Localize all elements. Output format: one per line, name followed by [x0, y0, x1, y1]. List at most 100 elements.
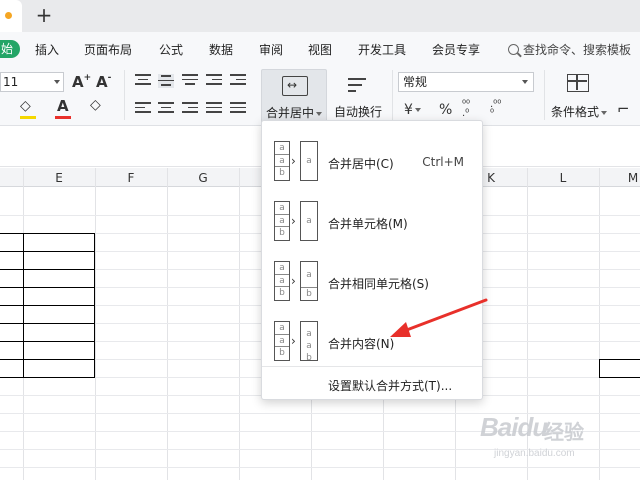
- merge-options-menu: aab › a 合并居中(C) Ctrl+M aab › a 合并单元格(M) …: [261, 120, 483, 400]
- merge-cells-icon: [282, 76, 308, 96]
- tab-insert[interactable]: 插入: [35, 41, 59, 58]
- number-format-value: 常规: [403, 75, 428, 89]
- chevron-down-icon: [54, 80, 60, 84]
- increase-decimal-icon[interactable]: ⁰⁰ .⁰: [462, 100, 470, 119]
- wrap-text-button[interactable]: 自动换行: [334, 103, 382, 120]
- tab-review[interactable]: 审阅: [259, 41, 283, 58]
- tab-member[interactable]: 会员专享: [432, 41, 480, 58]
- menu-item-merge-content[interactable]: aab › aab 合并内容(N): [262, 313, 482, 369]
- font-color-icon[interactable]: A: [57, 97, 69, 115]
- table-cell[interactable]: [23, 233, 95, 252]
- search-placeholder: 查找命令、搜索模板: [523, 43, 632, 57]
- table-cell[interactable]: [0, 341, 24, 360]
- merge-center-button[interactable]: 合并居中: [261, 69, 327, 125]
- align-center-icon[interactable]: [158, 102, 174, 116]
- tab-data[interactable]: 数据: [209, 41, 233, 58]
- align-right-icon[interactable]: [182, 102, 198, 116]
- tab-start[interactable]: 始: [0, 40, 20, 58]
- table-cell[interactable]: [0, 287, 24, 306]
- increase-indent-icon[interactable]: [230, 74, 246, 88]
- decrease-decimal-icon[interactable]: .⁰⁰ ⁰: [490, 100, 501, 119]
- command-search[interactable]: 查找命令、搜索模板: [508, 41, 631, 58]
- column-header-e[interactable]: E: [55, 171, 63, 185]
- tab-developer[interactable]: 开发工具: [358, 41, 406, 58]
- table-cell[interactable]: [599, 359, 640, 378]
- fill-color-swatch: [20, 116, 36, 119]
- format-painter-icon[interactable]: ⌐: [617, 100, 630, 118]
- chevron-down-icon: [601, 110, 608, 115]
- table-cell[interactable]: [0, 305, 24, 324]
- table-cell[interactable]: [23, 251, 95, 270]
- watermark-url: jingyan.baidu.com: [494, 448, 575, 459]
- ribbon-tab-bar: 始 插入 页面布局 公式 数据 审阅 视图 开发工具 会员专享 查找命令、搜索模…: [0, 32, 640, 64]
- align-left-icon[interactable]: [135, 102, 151, 116]
- currency-format-button[interactable]: ¥: [404, 102, 421, 118]
- chevron-down-icon: [414, 108, 421, 112]
- column-header-m[interactable]: M: [628, 171, 638, 185]
- baidu-watermark: Baidu 经验 jingyan.baidu.com: [480, 412, 612, 470]
- font-size-select[interactable]: 11: [0, 72, 64, 92]
- merge-center-label: 合并居中: [266, 106, 315, 120]
- table-cell[interactable]: [23, 359, 95, 378]
- wrap-text-icon[interactable]: [346, 76, 368, 94]
- percent-format-button[interactable]: %: [439, 102, 452, 118]
- menu-item-label: 合并内容(N): [328, 337, 395, 351]
- font-size-value: 11: [3, 75, 19, 89]
- search-icon: [508, 44, 519, 55]
- menu-item-label: 合并单元格(M): [328, 217, 408, 231]
- conditional-format-label: 条件格式: [551, 105, 600, 119]
- chevron-down-icon: [522, 80, 528, 84]
- menu-item-merge-same[interactable]: aab › ab 合并相同单元格(S): [262, 253, 482, 309]
- table-cell[interactable]: [23, 323, 95, 342]
- align-bottom-icon[interactable]: [182, 74, 198, 88]
- font-color-swatch: [55, 116, 71, 119]
- tab-view[interactable]: 视图: [308, 41, 332, 58]
- clear-format-icon[interactable]: ◇: [90, 97, 101, 113]
- fill-color-icon[interactable]: ◇: [20, 98, 31, 114]
- align-top-icon[interactable]: [135, 74, 151, 88]
- align-middle-icon[interactable]: [158, 74, 174, 88]
- tab-formulas[interactable]: 公式: [159, 41, 183, 58]
- title-bar: +: [0, 0, 640, 32]
- table-cell[interactable]: [0, 251, 24, 270]
- watermark-logo: Baidu: [480, 412, 548, 442]
- menu-item-shortcut: Ctrl+M: [422, 155, 464, 169]
- new-tab-button[interactable]: +: [33, 4, 55, 26]
- justify-icon[interactable]: [206, 102, 222, 116]
- menu-item-label: 合并居中(C): [328, 157, 394, 171]
- menu-item-merge-center[interactable]: aab › a 合并居中(C) Ctrl+M: [262, 133, 482, 189]
- column-header-l[interactable]: L: [560, 171, 567, 185]
- column-header-f[interactable]: F: [128, 171, 135, 185]
- table-cell[interactable]: [23, 287, 95, 306]
- table-cell[interactable]: [0, 233, 24, 252]
- table-cell[interactable]: [0, 269, 24, 288]
- table-cell[interactable]: [23, 269, 95, 288]
- menu-item-merge-cells[interactable]: aab › a 合并单元格(M): [262, 193, 482, 249]
- increase-font-icon[interactable]: A+: [72, 73, 91, 91]
- menu-item-set-default-merge[interactable]: 设置默认合并方式(T)...: [328, 377, 452, 394]
- distributed-align-icon[interactable]: [230, 102, 246, 116]
- table-cell[interactable]: [23, 341, 95, 360]
- table-cell[interactable]: [0, 359, 24, 378]
- merge-center-icon: aab › a: [274, 141, 318, 181]
- decrease-font-icon[interactable]: A-: [96, 73, 111, 91]
- menu-item-label: 合并相同单元格(S): [328, 277, 429, 291]
- ribbon-toolbar: 11 A+ A- ◇ A ◇ 合并居中 自动换行 常规 ¥ % ⁰⁰.⁰ .⁰⁰…: [0, 64, 640, 126]
- document-status-icon: [5, 12, 12, 19]
- column-header-k[interactable]: K: [487, 171, 495, 185]
- currency-icon: ¥: [404, 102, 413, 118]
- document-tab[interactable]: [0, 0, 22, 32]
- table-cell[interactable]: [23, 305, 95, 324]
- merge-cells-icon: aab › a: [274, 201, 318, 241]
- tab-page-layout[interactable]: 页面布局: [84, 41, 132, 58]
- table-cell[interactable]: [0, 323, 24, 342]
- conditional-format-button[interactable]: 条件格式: [551, 103, 608, 120]
- decrease-indent-icon[interactable]: [206, 74, 222, 88]
- merge-content-icon: aab › aab: [274, 321, 318, 363]
- group-divider: [124, 70, 125, 120]
- table-grid-icon[interactable]: [567, 74, 589, 92]
- watermark-logo-suffix: 经验: [544, 420, 584, 444]
- column-header-g[interactable]: G: [198, 171, 207, 185]
- number-format-select[interactable]: 常规: [398, 72, 534, 92]
- menu-divider: [262, 366, 482, 367]
